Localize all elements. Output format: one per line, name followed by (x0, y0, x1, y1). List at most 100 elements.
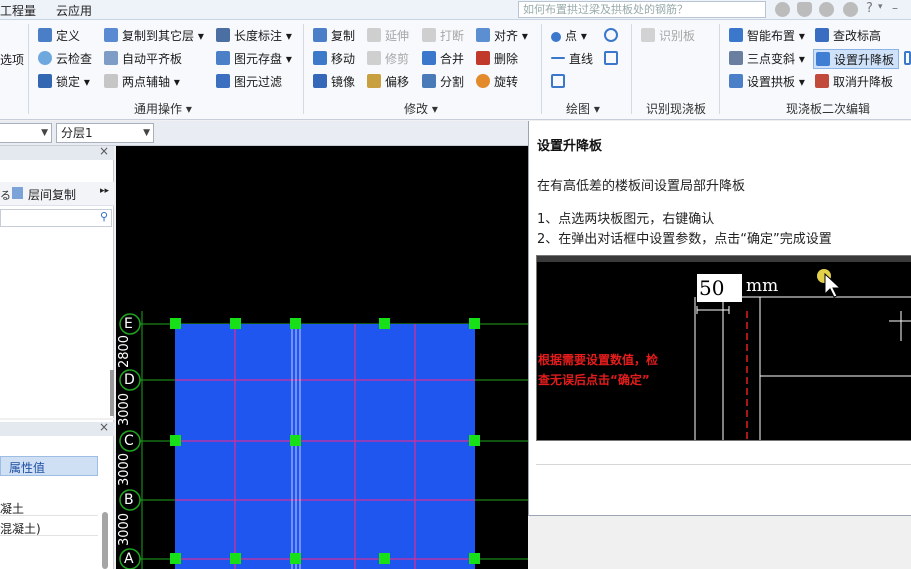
chevron-down-icon: ▼ (143, 128, 150, 138)
set-raise-lower-slab-button[interactable]: 设置升降板 (813, 49, 900, 69)
line-icon (551, 57, 565, 59)
demo-value-input: 50 (697, 274, 742, 302)
axis-label-B: B (124, 492, 134, 508)
grip-handle (230, 318, 241, 329)
plan-drawing (119, 311, 528, 569)
floor-copy-button[interactable]: 层间复制 (28, 186, 76, 203)
point-button[interactable]: 点 ▾ (551, 26, 587, 46)
panel-header: × (0, 420, 114, 436)
set-arch-slab-button[interactable]: 设置拱板 ▾ (729, 72, 805, 92)
grip-handle (290, 435, 301, 446)
floor-copy-icon (12, 187, 23, 199)
cancel-raise-lower-slab-button[interactable]: 取消升降板 (815, 72, 893, 92)
grip-handle (469, 435, 480, 446)
panel-header: × (0, 144, 114, 160)
rotate-button[interactable]: 旋转 (476, 72, 518, 92)
overflow-tool[interactable] (904, 49, 911, 69)
smart-layout-button[interactable]: 智能布置 ▾ (729, 26, 805, 46)
offset-button[interactable]: 偏移 (367, 72, 409, 92)
copy-button[interactable]: 复制 (313, 26, 355, 46)
rect-tool[interactable] (604, 49, 622, 69)
property-value-header: 属性值 (9, 461, 46, 475)
avatar-icon[interactable] (775, 2, 790, 17)
tooltip-title: 设置升降板 (537, 139, 603, 154)
help-icon[interactable]: ? (866, 1, 873, 16)
search-input[interactable]: 如何布置拱过梁及拱板处的钢筋？ (518, 1, 766, 18)
cancel-raise-lower-icon (815, 74, 829, 88)
auto-level-slab-button[interactable]: 自动平齐板 (104, 49, 182, 69)
rectangle-icon (604, 51, 618, 65)
element-save-button[interactable]: 图元存盘 ▾ (216, 49, 292, 69)
sublayer-combo[interactable]: 分层1 ▼ (56, 123, 154, 143)
close-icon[interactable]: × (99, 144, 109, 158)
length-dimension-button[interactable]: 长度标注 ▾ (216, 26, 292, 46)
group-label-general: 通用操作 ▾ (134, 102, 192, 116)
trim-button[interactable]: 修剪 (367, 49, 409, 69)
move-button[interactable]: 移动 (313, 49, 355, 69)
grip-handle (469, 553, 480, 564)
line-button[interactable]: 直线 (551, 49, 593, 69)
offset-icon (367, 74, 381, 88)
more-icon[interactable]: ▸▸ (100, 186, 109, 196)
help-dropdown-icon[interactable]: ▾ (878, 2, 883, 12)
dimension-label: 3000 (117, 512, 133, 547)
extend-button[interactable]: 延伸 (367, 26, 409, 46)
three-point-slope-button[interactable]: 三点变斜 ▾ (729, 49, 805, 69)
merge-button[interactable]: 合并 (422, 49, 464, 69)
component-combo[interactable]: ▼ (0, 123, 52, 143)
overflow-icon (904, 51, 911, 65)
scrollbar[interactable] (102, 512, 108, 569)
mirror-button[interactable]: 镜像 (313, 72, 355, 92)
polyline-tool[interactable] (551, 72, 569, 92)
menu-cloud-app[interactable]: 云应用 (56, 2, 92, 19)
menu-engineering-quantity[interactable]: 工程量 (0, 2, 36, 19)
two-point-axis-button[interactable]: 两点辅轴 ▾ (104, 72, 180, 92)
split-button[interactable]: 分割 (422, 72, 464, 92)
grip-handle (170, 435, 181, 446)
break-button[interactable]: 打断 (422, 26, 464, 46)
smart-layout-icon (729, 28, 743, 42)
search-icon: ⚲ (99, 210, 108, 223)
cloud-icon[interactable] (819, 2, 834, 17)
close-icon[interactable]: × (99, 420, 109, 434)
copy-icon (313, 28, 327, 42)
menu-bar: 工程量 云应用 如何布置拱过梁及拱板处的钢筋？ ? ▾ – (0, 0, 911, 20)
cloud-check-button[interactable]: 云检查 (38, 49, 92, 69)
point-icon (551, 32, 561, 42)
lock-button[interactable]: 锁定 ▾ (38, 72, 90, 92)
arch-icon (729, 74, 743, 88)
circle-tool[interactable] (604, 26, 622, 46)
element-filter-button[interactable]: 图元过滤 (216, 72, 282, 92)
layer-toolbar: ▼ 分层1 ▼ (0, 121, 528, 146)
extend-icon (367, 28, 381, 42)
auto-level-icon (104, 51, 118, 65)
grip-handle (170, 318, 181, 329)
dimension-label: 2800 (117, 334, 133, 369)
tooltip-description: 在有高低差的楼板间设置局部升降板 (537, 179, 746, 194)
demo-unit: mm (746, 276, 779, 296)
grip-handle (379, 553, 390, 564)
property-row[interactable]: 凝土 (0, 498, 98, 516)
move-icon (313, 51, 327, 65)
scrollbar[interactable] (110, 370, 114, 416)
property-row[interactable]: 混凝土) (0, 518, 98, 536)
grip-handle (379, 318, 390, 329)
property-header: 属性值 (0, 456, 98, 476)
align-button[interactable]: 对齐 ▾ (476, 26, 528, 46)
component-search-input[interactable]: ⚲ (0, 209, 112, 227)
minimize-icon[interactable]: – (892, 1, 898, 15)
copy-to-other-floor-button[interactable]: 复制到其它层 ▾ (104, 26, 204, 46)
bell-icon[interactable] (797, 2, 812, 17)
layer-icon[interactable]: る (0, 187, 11, 203)
group-label-draw: 绘图 ▾ (566, 102, 600, 116)
define-icon (38, 28, 52, 42)
check-elevation-button[interactable]: 查改标高 (815, 26, 881, 46)
options-button[interactable]: 选项 (0, 50, 24, 70)
panel-toolbar: る 层间复制 ▸▸ (0, 182, 114, 206)
delete-button[interactable]: 删除 (476, 49, 518, 69)
circle-icon (604, 28, 618, 42)
identify-slab-button[interactable]: 识别板 (641, 26, 695, 46)
define-button[interactable]: 定义 (38, 26, 80, 46)
assistant-icon[interactable] (843, 2, 858, 17)
drawing-canvas[interactable]: E D C B A 2800 3000 3000 3000 (116, 146, 528, 569)
